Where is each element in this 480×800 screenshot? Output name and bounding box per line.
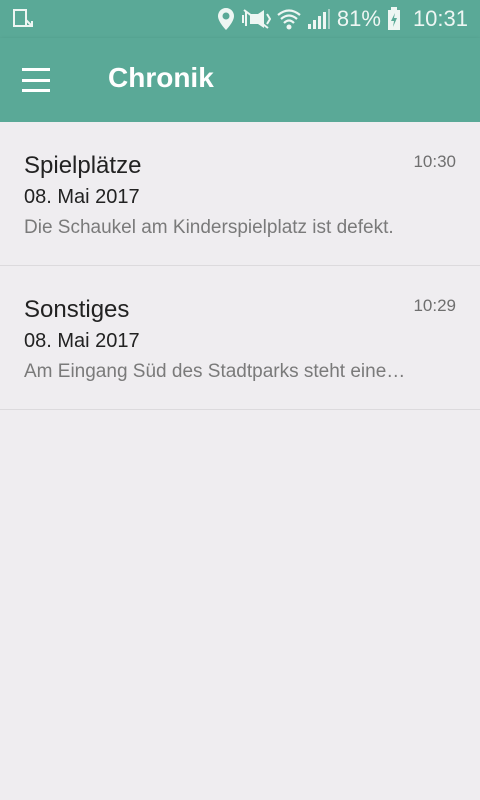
item-time: 10:29 [413, 296, 456, 315]
item-date: 08. Mai 2017 [24, 186, 140, 208]
list-item[interactable]: Spielplätze 10:30 08. Mai 2017 Die Schau… [0, 122, 480, 266]
location-icon [217, 7, 235, 31]
status-clock: 10:31 [412, 6, 468, 31]
page-title: Chronik [108, 62, 214, 93]
menu-icon[interactable] [22, 68, 50, 92]
history-list: Spielplätze 10:30 08. Mai 2017 Die Schau… [0, 122, 480, 410]
signal-icon [307, 8, 331, 30]
item-date: 08. Mai 2017 [24, 330, 140, 352]
app-bar: Chronik [0, 38, 480, 122]
item-category: Sonstiges [24, 296, 130, 323]
status-bar: 81% 10:31 [0, 0, 480, 38]
battery-percent: 81% [336, 6, 381, 31]
battery-charging-icon [387, 7, 401, 31]
vibrate-icon [241, 8, 271, 30]
item-description: Die Schaukel am Kinderspielplatz ist def… [24, 217, 394, 238]
item-time: 10:30 [413, 152, 456, 171]
item-category: Spielplätze [24, 152, 142, 179]
item-description: Am Eingang Süd des Stadtparks steht eine… [24, 361, 406, 382]
list-item[interactable]: Sonstiges 10:29 08. Mai 2017 Am Eingang … [0, 266, 480, 410]
wifi-icon [277, 8, 301, 30]
download-notification-icon [12, 8, 34, 30]
